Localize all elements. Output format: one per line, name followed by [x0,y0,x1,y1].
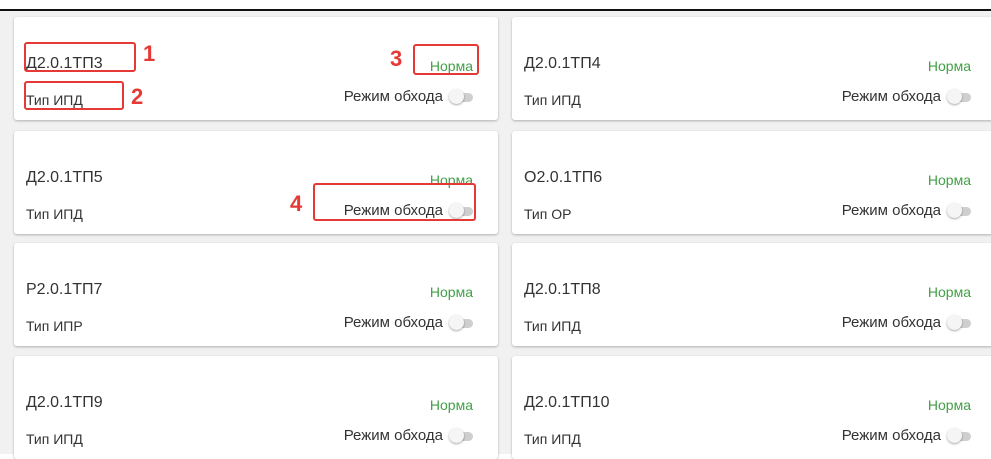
device-type: Тип ИПР [26,318,83,334]
device-card[interactable]: Д2.0.1ТП3 Тип ИПД Норма Режим обхода [14,17,498,120]
device-type: Тип ИПД [26,206,83,222]
bypass-control: Режим обхода [344,314,473,331]
status-label: Норма [927,58,971,74]
bypass-control: Режим обхода [344,202,473,219]
bypass-toggle[interactable] [449,314,473,331]
status-label: Норма [429,58,473,74]
device-type: Тип ИПД [524,318,581,334]
annotation-number-4: 4 [290,191,303,216]
bypass-toggle[interactable] [947,314,971,331]
device-grid: Д2.0.1ТП3 Тип ИПД Норма Режим обхода Д2.… [0,11,991,459]
device-name: Д2.0.1ТП5 [26,169,103,186]
device-name: Д2.0.1ТП9 [26,394,103,411]
status-label: Норма [927,284,971,300]
bypass-label: Режим обхода [343,314,443,331]
device-type: Тип ИПД [26,92,83,108]
device-type: Тип ИПД [26,431,83,447]
device-name: Д2.0.1ТП10 [524,394,610,411]
bypass-control: Режим обхода [842,314,971,331]
bypass-toggle[interactable] [947,202,971,219]
status-label: Норма [429,172,473,188]
bypass-label: Режим обхода [841,427,941,444]
device-name: Д2.0.1ТП3 [26,55,103,72]
status-label: Норма [927,172,971,188]
bypass-label: Режим обхода [841,88,941,105]
status-label: Норма [429,284,473,300]
bypass-label: Режим обхода [841,202,941,219]
status-label: Норма [927,397,971,413]
bypass-control: Режим обхода [344,88,473,105]
bypass-toggle[interactable] [947,88,971,105]
device-card[interactable]: Д2.0.1ТП4 Тип ИПД Норма Режим обхода [512,17,991,120]
device-card[interactable]: Р2.0.1ТП7 Тип ИПР Норма Режим обхода [14,243,498,346]
bypass-control: Режим обхода [842,88,971,105]
bypass-toggle[interactable] [449,427,473,444]
device-name: Д2.0.1ТП4 [524,55,601,72]
bypass-toggle[interactable] [449,88,473,105]
bypass-label: Режим обхода [343,88,443,105]
annotation-number-3: 3 [390,46,403,71]
status-label: Норма [429,397,473,413]
annotation-number-2: 2 [131,84,144,109]
device-card[interactable]: О2.0.1ТП6 Тип ОР Норма Режим обхода [512,131,991,234]
device-type: Тип ОР [524,206,572,222]
annotation-number-1: 1 [143,41,156,66]
bypass-control: Режим обхода [842,202,971,219]
bypass-control: Режим обхода [344,427,473,444]
bypass-toggle[interactable] [449,202,473,219]
bypass-label: Режим обхода [841,314,941,331]
device-name: О2.0.1ТП6 [524,169,603,186]
bypass-toggle[interactable] [947,427,971,444]
device-name: Р2.0.1ТП7 [26,281,103,298]
bypass-control: Режим обхода [842,427,971,444]
device-card[interactable]: Д2.0.1ТП9 Тип ИПД Норма Режим обхода [14,356,498,459]
bypass-label: Режим обхода [343,427,443,444]
device-card[interactable]: Д2.0.1ТП10 Тип ИПД Норма Режим обхода [512,356,991,459]
bypass-label: Режим обхода [343,202,443,219]
device-name: Д2.0.1ТП8 [524,281,601,298]
device-type: Тип ИПД [524,431,581,447]
device-card[interactable]: Д2.0.1ТП5 Тип ИПД Норма Режим обхода [14,131,498,234]
device-card[interactable]: Д2.0.1ТП8 Тип ИПД Норма Режим обхода [512,243,991,346]
device-type: Тип ИПД [524,92,581,108]
